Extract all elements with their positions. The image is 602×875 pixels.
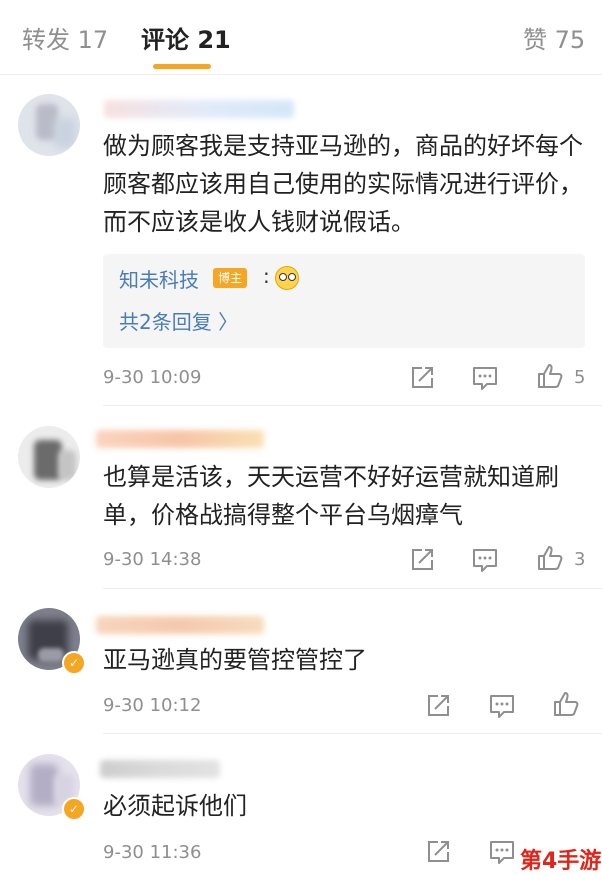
share-icon[interactable] bbox=[424, 838, 452, 866]
like-count: 3 bbox=[574, 549, 586, 570]
thumbs-up-icon[interactable] bbox=[536, 544, 564, 572]
comment-time: 9-30 14:38 bbox=[103, 549, 202, 570]
comment-text: 必须起诉他们 bbox=[103, 792, 247, 820]
tab-comments[interactable]: 评论 21 bbox=[141, 20, 231, 55]
reply-preview[interactable]: 知未科技 博主 : 共2条回复 〉 bbox=[103, 254, 585, 348]
comment-icon[interactable] bbox=[488, 692, 516, 720]
blogger-badge: 博主 bbox=[213, 268, 248, 288]
divider bbox=[103, 405, 602, 406]
share-icon[interactable] bbox=[408, 546, 436, 574]
comment-time: 9-30 11:36 bbox=[103, 842, 202, 863]
username-blurred[interactable] bbox=[104, 100, 294, 118]
thumbs-up-icon[interactable] bbox=[536, 362, 564, 390]
reply-author[interactable]: 知未科技 bbox=[119, 264, 199, 293]
avatar[interactable] bbox=[18, 426, 80, 488]
comment-text: 也算是活该，天天运营不好好运营就知道刷单，价格战搞得整个平台乌烟瘴气 bbox=[103, 463, 559, 529]
comment-text: 做为顾客我是支持亚马逊的，商品的好坏每个顾客都应该用自己使用的实际情况进行评价，… bbox=[103, 132, 583, 236]
comment-tabs: 转发 17 评论 21 赞 75 bbox=[0, 0, 602, 75]
thumbs-up-icon[interactable] bbox=[552, 690, 580, 718]
username-blurred[interactable] bbox=[96, 616, 264, 634]
avatar[interactable] bbox=[18, 94, 80, 156]
divider bbox=[103, 733, 602, 734]
tab-likes[interactable]: 赞 75 bbox=[523, 20, 585, 55]
comment-time: 9-30 10:12 bbox=[103, 695, 202, 716]
like-count: 5 bbox=[574, 367, 586, 388]
share-icon[interactable] bbox=[424, 692, 452, 720]
comment-icon[interactable] bbox=[488, 838, 516, 866]
username-blurred[interactable] bbox=[96, 430, 264, 448]
divider bbox=[103, 588, 602, 589]
verified-badge-icon: ✓ bbox=[62, 651, 86, 675]
comment-text: 亚马逊真的要管控管控了 bbox=[103, 646, 367, 674]
active-tab-indicator bbox=[153, 64, 211, 69]
verified-badge-icon: ✓ bbox=[62, 797, 86, 821]
tab-reposts[interactable]: 转发 17 bbox=[22, 20, 108, 55]
site-watermark: 第4手游 bbox=[520, 849, 602, 874]
comment-icon[interactable] bbox=[471, 364, 499, 392]
view-replies-link[interactable]: 共2条回复 〉 bbox=[119, 306, 238, 335]
comment-time: 9-30 10:09 bbox=[103, 367, 202, 388]
comment-icon[interactable] bbox=[471, 546, 499, 574]
reply-colon: : bbox=[263, 264, 270, 288]
username-blurred[interactable] bbox=[100, 760, 220, 778]
glasses-face-emoji-icon bbox=[275, 266, 299, 290]
share-icon[interactable] bbox=[408, 364, 436, 392]
